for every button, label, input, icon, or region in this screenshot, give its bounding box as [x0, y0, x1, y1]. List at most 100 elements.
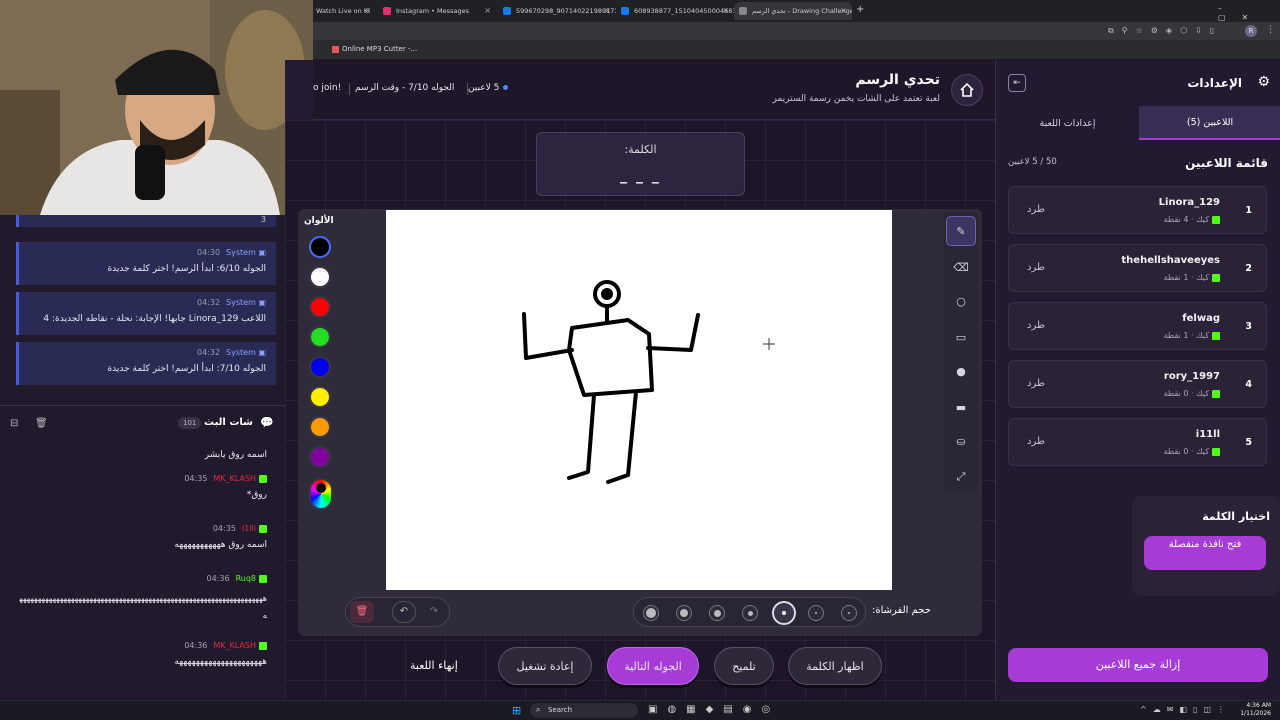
kick-badge-icon [259, 641, 267, 650]
kick-player-button[interactable]: طرد [1027, 320, 1045, 331]
fill-tool-button[interactable]: ⛀ [946, 426, 976, 456]
eraser-tool-button[interactable]: ⌫ [946, 252, 976, 282]
clear-canvas-button[interactable]: 🗑 [350, 601, 374, 623]
close-tab-icon[interactable]: × [840, 6, 847, 15]
kick-badge-icon [1212, 215, 1220, 224]
new-tab-icon[interactable]: + [856, 4, 864, 15]
streamer-webcam-image [0, 0, 313, 215]
canvas-actions: 🗑 ↶ ↷ [345, 597, 450, 627]
player-row: 1 Linora_129 كيك · 4 نقطة طرد [1008, 186, 1267, 234]
color-swatch-purple[interactable] [309, 446, 331, 468]
players-capacity: 50 / 5 لاعبين [1008, 157, 1057, 167]
bookmark-item[interactable]: Online MP3 Cutter -... [332, 45, 417, 53]
browser-tab-active[interactable]: تحدي الرسم - Drawing Challenge × [734, 2, 852, 20]
browser-tab[interactable]: 608938877_151040450004683 × [616, 2, 734, 20]
restart-button[interactable]: إعادة تشغيل [498, 647, 592, 685]
kick-player-button[interactable]: طرد [1027, 204, 1045, 215]
word-label: الكلمة: [624, 143, 657, 156]
tab-players[interactable]: اللاعبين (5) [1139, 106, 1280, 140]
line-icon: ⤢ [956, 470, 966, 483]
show-word-button[interactable]: اظهار الكلمة [788, 647, 882, 685]
brush-size-option[interactable] [643, 605, 659, 621]
custom-color-picker[interactable] [309, 478, 333, 510]
profile-avatar[interactable]: R [1245, 25, 1257, 37]
window-controls[interactable]: –▢✕ [1218, 4, 1280, 22]
toolbar-icons[interactable]: ⧉⚲☆⚙◈⬡⇩▯ [1108, 26, 1222, 36]
trash-icon[interactable]: 🗑 [35, 418, 48, 429]
color-palette: الألوان [300, 212, 340, 512]
gear-icon: ⚙ [1257, 74, 1270, 90]
brush-size-option[interactable] [709, 605, 725, 621]
crosshair-cursor-icon [763, 338, 775, 350]
menu-icon[interactable]: ⋮ [1266, 25, 1275, 35]
next-round-button[interactable]: الجوله التالية [607, 647, 699, 685]
windows-start-icon[interactable]: ⊞ [512, 704, 521, 717]
rectangle-tool-button[interactable]: ▭ [946, 322, 976, 352]
brush-size-option[interactable] [808, 605, 824, 621]
color-swatch-yellow[interactable] [309, 386, 331, 408]
settings-panel: ⇤ الإعدادات ⚙ اللاعبين (5) إعدادات اللعب… [995, 60, 1280, 700]
kick-badge-icon [1212, 447, 1220, 456]
current-color-icon [316, 483, 326, 493]
chat-message: 04:35 I1lll اسمه روق هههههههههههه [174, 524, 267, 550]
color-swatch-black[interactable] [309, 236, 331, 258]
trash-icon: 🗑 [355, 606, 369, 617]
taskbar-search[interactable]: ⌕ Search [530, 703, 638, 718]
brush-size-option[interactable] [841, 605, 857, 621]
close-tab-icon[interactable]: × [484, 6, 491, 15]
palette-title: الألوان [304, 216, 334, 226]
facebook-favicon-icon [503, 7, 511, 15]
system-tray-icons[interactable]: ^☁✉◧▯◫⋮ [1140, 705, 1231, 714]
color-swatch-orange[interactable] [309, 416, 331, 438]
hint-button[interactable]: تلميح [714, 647, 774, 685]
kick-badge-icon [1212, 273, 1220, 282]
webcam-overlay [0, 0, 313, 215]
pick-word-card: اختيار الكلمة فتح نافذة منفصلة [1132, 496, 1280, 596]
taskbar-app-icons[interactable]: ▣◍▦◆▤◉◎ [648, 704, 780, 715]
settings-title: الإعدادات [1187, 76, 1242, 90]
clock: 4:36 AM 1/11/2026 [1240, 702, 1271, 717]
close-tab-icon[interactable]: × [364, 6, 371, 15]
filled-circle-icon: ● [956, 364, 966, 378]
color-swatch-blue[interactable] [309, 356, 331, 378]
close-tab-icon[interactable]: × [722, 6, 729, 15]
end-game-button[interactable]: إنهاء اللعبة [410, 659, 458, 672]
player-row: 2 thehellshaveeyes كيك · 1 نقطة طرد [1008, 244, 1267, 292]
brush-size-option[interactable] [742, 605, 758, 621]
collapse-panel-icon[interactable]: ⇤ [1008, 74, 1026, 92]
open-window-button[interactable]: فتح نافذة منفصلة [1144, 536, 1266, 570]
remove-all-players-button[interactable]: إزالة جميع اللاعبين [1008, 648, 1268, 682]
search-icon: ⌕ [536, 705, 541, 714]
brush-tool-button[interactable]: ✎ [946, 216, 976, 246]
circle-tool-button[interactable]: ○ [946, 286, 976, 316]
players-list-title: قائمة اللاعبين [1185, 156, 1268, 170]
circle-outline-icon: ○ [956, 294, 966, 308]
collapse-icon[interactable]: ⊟ [10, 418, 18, 429]
filled-circle-tool-button[interactable]: ● [946, 356, 976, 386]
brush-size-option-selected[interactable] [772, 601, 796, 625]
tab-game-settings[interactable]: إعدادات اللعبة [996, 106, 1139, 140]
undo-button[interactable]: ↶ [392, 601, 416, 623]
redo-button[interactable]: ↷ [422, 601, 446, 623]
chat-bubble-icon: 💬 [260, 416, 274, 429]
filled-rectangle-tool-button[interactable]: ▬ [946, 392, 976, 422]
drawing-canvas[interactable] [386, 210, 892, 590]
pick-word-title: اختيار الكلمة [1202, 510, 1270, 523]
home-button[interactable] [951, 74, 983, 106]
color-swatch-white[interactable] [309, 266, 331, 288]
players-count: 5 لاعبين [468, 83, 509, 93]
browser-tab[interactable]: Instagram • Messages × [378, 2, 496, 20]
close-tab-icon[interactable]: × [604, 6, 611, 15]
browser-tab[interactable]: 599670298_907140221989173 × [498, 2, 616, 20]
system-message: 04:30 System ▣ الجوله 6/10: ابدأ الرسم! ا… [16, 242, 276, 285]
kick-player-button[interactable]: طرد [1027, 378, 1045, 389]
color-swatch-red[interactable] [309, 296, 331, 318]
line-tool-button[interactable]: ⤢ [946, 462, 976, 492]
kick-badge-icon [259, 574, 267, 583]
system-badge-icon: ▣ [258, 248, 266, 257]
color-swatch-green[interactable] [309, 326, 331, 348]
kick-player-button[interactable]: طرد [1027, 262, 1045, 273]
kick-player-button[interactable]: طرد [1027, 436, 1045, 447]
brush-size-option[interactable] [676, 605, 692, 621]
redo-icon: ↷ [429, 606, 439, 617]
